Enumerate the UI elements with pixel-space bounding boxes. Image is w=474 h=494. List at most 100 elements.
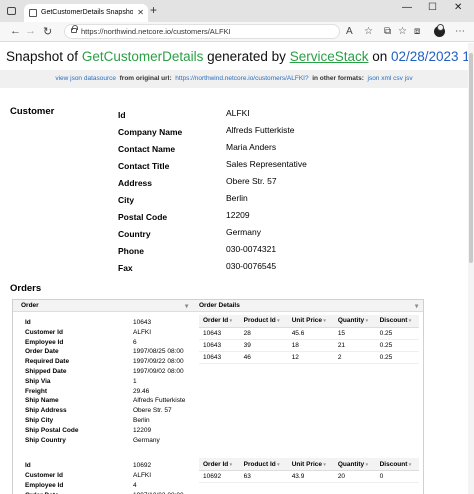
operation-name: GetCustomerDetails bbox=[81, 49, 204, 64]
customer-field-value: Berlin bbox=[226, 193, 248, 203]
order-details-column-header[interactable]: Unit Price ▾ bbox=[287, 458, 334, 471]
page-scrollbar[interactable] bbox=[468, 43, 474, 494]
address-bar-url[interactable]: https://northwind.netcore.io/customers/A… bbox=[81, 26, 231, 38]
table-cell: 12 bbox=[287, 351, 334, 364]
order-field-value: Germany bbox=[133, 436, 160, 444]
formats-bar: view json datasource from original url: … bbox=[0, 70, 468, 88]
order-details-column-header[interactable]: Quantity ▾ bbox=[333, 315, 376, 328]
reload-icon[interactable]: ↻ bbox=[43, 25, 52, 38]
format-json-link[interactable]: json bbox=[368, 75, 380, 82]
table-row: 10643 46 12 2 0.25 bbox=[199, 351, 419, 364]
customer-field-value: ALFKI bbox=[226, 108, 250, 118]
table-row: 10692 63 43.9 20 0 bbox=[199, 470, 419, 483]
sort-caret-icon[interactable]: ▾ bbox=[364, 318, 369, 324]
table-cell: 10692 bbox=[199, 470, 240, 483]
sort-caret-icon[interactable]: ▾ bbox=[407, 318, 412, 324]
table-cell: 0.25 bbox=[375, 351, 419, 364]
customer-field-value: 030-0076545 bbox=[226, 261, 277, 271]
order-details-column-header[interactable]: Order Id ▾ bbox=[199, 458, 240, 471]
lock-icon[interactable] bbox=[71, 25, 78, 33]
table-cell: 21 bbox=[333, 339, 376, 352]
more-icon[interactable]: ⋯ bbox=[455, 26, 465, 37]
window-close-icon[interactable]: ✕ bbox=[454, 2, 462, 13]
maximize-icon[interactable]: ☐ bbox=[428, 2, 437, 13]
sort-caret-icon[interactable]: ▾ bbox=[276, 318, 280, 324]
browser-tab[interactable]: GetCustomerDetails Snapshot of ✕ bbox=[24, 4, 148, 22]
format-csv-link[interactable]: csv bbox=[393, 75, 403, 82]
order-field-label: Employee Id bbox=[25, 482, 64, 489]
minimize-icon[interactable]: — bbox=[402, 2, 412, 13]
orders-section-title: Orders bbox=[10, 283, 42, 294]
column-header-label: Quantity bbox=[337, 460, 365, 468]
profile-avatar[interactable] bbox=[434, 24, 445, 37]
sort-caret-icon[interactable]: ▾ bbox=[276, 462, 280, 468]
order-details-table: Order Id ▾ Product Id ▾ Unit Price ▾ Quanti… bbox=[199, 458, 419, 483]
sort-caret-icon[interactable]: ▾ bbox=[322, 318, 326, 324]
customer-field-value: Obere Str. 57 bbox=[226, 176, 277, 186]
column-header-label: Unit Price bbox=[291, 460, 323, 468]
order-details-column-header[interactable]: Discount ▾ bbox=[375, 315, 419, 328]
order-field-value: 6 bbox=[133, 338, 137, 346]
order-field-value: 4 bbox=[133, 482, 137, 489]
sort-caret-icon[interactable]: ▾ bbox=[185, 302, 188, 310]
sort-caret-icon[interactable]: ▾ bbox=[228, 462, 233, 468]
tab-actions-icon[interactable] bbox=[7, 7, 16, 15]
customer-field-label: Fax bbox=[118, 263, 133, 273]
favorites-bar-icon[interactable]: ☆ bbox=[398, 26, 407, 37]
customer-field-value: Sales Representative bbox=[226, 159, 307, 169]
order-details-table: Order Id ▾ Product Id ▾ Unit Price ▾ Quanti… bbox=[199, 315, 419, 364]
format-xml-link[interactable]: xml bbox=[381, 75, 391, 82]
order-details-column-header[interactable]: Product Id ▾ bbox=[239, 458, 288, 471]
new-tab-button[interactable]: + bbox=[150, 3, 157, 17]
customer-field-value: 030-0074321 bbox=[226, 244, 277, 254]
table-cell: 39 bbox=[239, 339, 288, 352]
order-details-header-row: Order Id ▾ Product Id ▾ Unit Price ▾ Quanti… bbox=[199, 315, 419, 328]
order-field-label: Id bbox=[25, 319, 31, 326]
order-field-value: ALFKI bbox=[133, 328, 152, 336]
order-details-column-header[interactable]: Unit Price ▾ bbox=[287, 315, 334, 328]
sort-caret-icon[interactable]: ▾ bbox=[364, 462, 369, 468]
customer-field-label: Country bbox=[118, 229, 151, 239]
sort-caret-icon[interactable]: ▾ bbox=[415, 302, 418, 310]
order-field-value: 10643 bbox=[133, 319, 152, 326]
extensions-icon[interactable]: ⧉ bbox=[384, 26, 391, 37]
browser-toolbar: ← → ↻ https://northwind.netcore.io/custo… bbox=[0, 22, 474, 42]
sort-caret-icon[interactable]: ▾ bbox=[228, 318, 233, 324]
back-icon[interactable]: ← bbox=[10, 25, 21, 37]
address-bar[interactable]: https://northwind.netcore.io/customers/A… bbox=[64, 24, 340, 39]
order-field-label: Customer Id bbox=[25, 472, 63, 480]
servicestack-link[interactable]: ServiceStack bbox=[290, 49, 369, 64]
favorite-icon[interactable]: ☆ bbox=[364, 26, 373, 37]
scrollbar-thumb[interactable] bbox=[469, 53, 473, 263]
format-jsv-link[interactable]: jsv bbox=[405, 75, 413, 82]
forward-icon[interactable]: → bbox=[25, 25, 36, 37]
table-cell: 43.9 bbox=[287, 470, 334, 483]
order-field-value: Berlin bbox=[133, 417, 150, 424]
collections-icon[interactable]: ⧈ bbox=[414, 26, 420, 37]
customer-field-value: Germany bbox=[226, 227, 261, 237]
order-field-value: ALFKI bbox=[133, 472, 152, 480]
order-details-column-header[interactable]: Quantity ▾ bbox=[333, 458, 376, 471]
order-field-label: Ship Via bbox=[25, 377, 51, 385]
read-aloud-icon[interactable]: A bbox=[346, 26, 353, 37]
order-details-column-header[interactable]: Order Id ▾ bbox=[199, 315, 240, 328]
order-field-value: 29.46 bbox=[133, 387, 150, 395]
table-cell: 0.25 bbox=[375, 327, 419, 340]
order-column-header[interactable]: Order bbox=[21, 302, 39, 309]
original-url-link[interactable]: https://northwind.netcore.io/customers/A… bbox=[175, 75, 308, 82]
table-cell: 63 bbox=[239, 470, 288, 483]
customer-field-label: Id bbox=[118, 110, 126, 120]
title-on: on bbox=[368, 49, 391, 64]
view-json-link[interactable]: view json datasource bbox=[55, 75, 116, 82]
customer-field-value: 12209 bbox=[226, 210, 250, 220]
order-details-column-header[interactable]: Product Id ▾ bbox=[239, 315, 288, 328]
customer-field-value: Alfreds Futterkiste bbox=[226, 125, 295, 135]
customer-field-label: Contact Name bbox=[118, 144, 176, 154]
order-details-column-header[interactable]: Discount ▾ bbox=[375, 458, 419, 471]
customer-field-value: Maria Anders bbox=[226, 142, 277, 152]
sort-caret-icon[interactable]: ▾ bbox=[407, 462, 412, 468]
tab-close-icon[interactable]: ✕ bbox=[137, 4, 144, 22]
sort-caret-icon[interactable]: ▾ bbox=[322, 462, 326, 468]
order-field-label: Order Date bbox=[25, 348, 59, 356]
order-details-column-header[interactable]: Order Details bbox=[199, 302, 240, 309]
